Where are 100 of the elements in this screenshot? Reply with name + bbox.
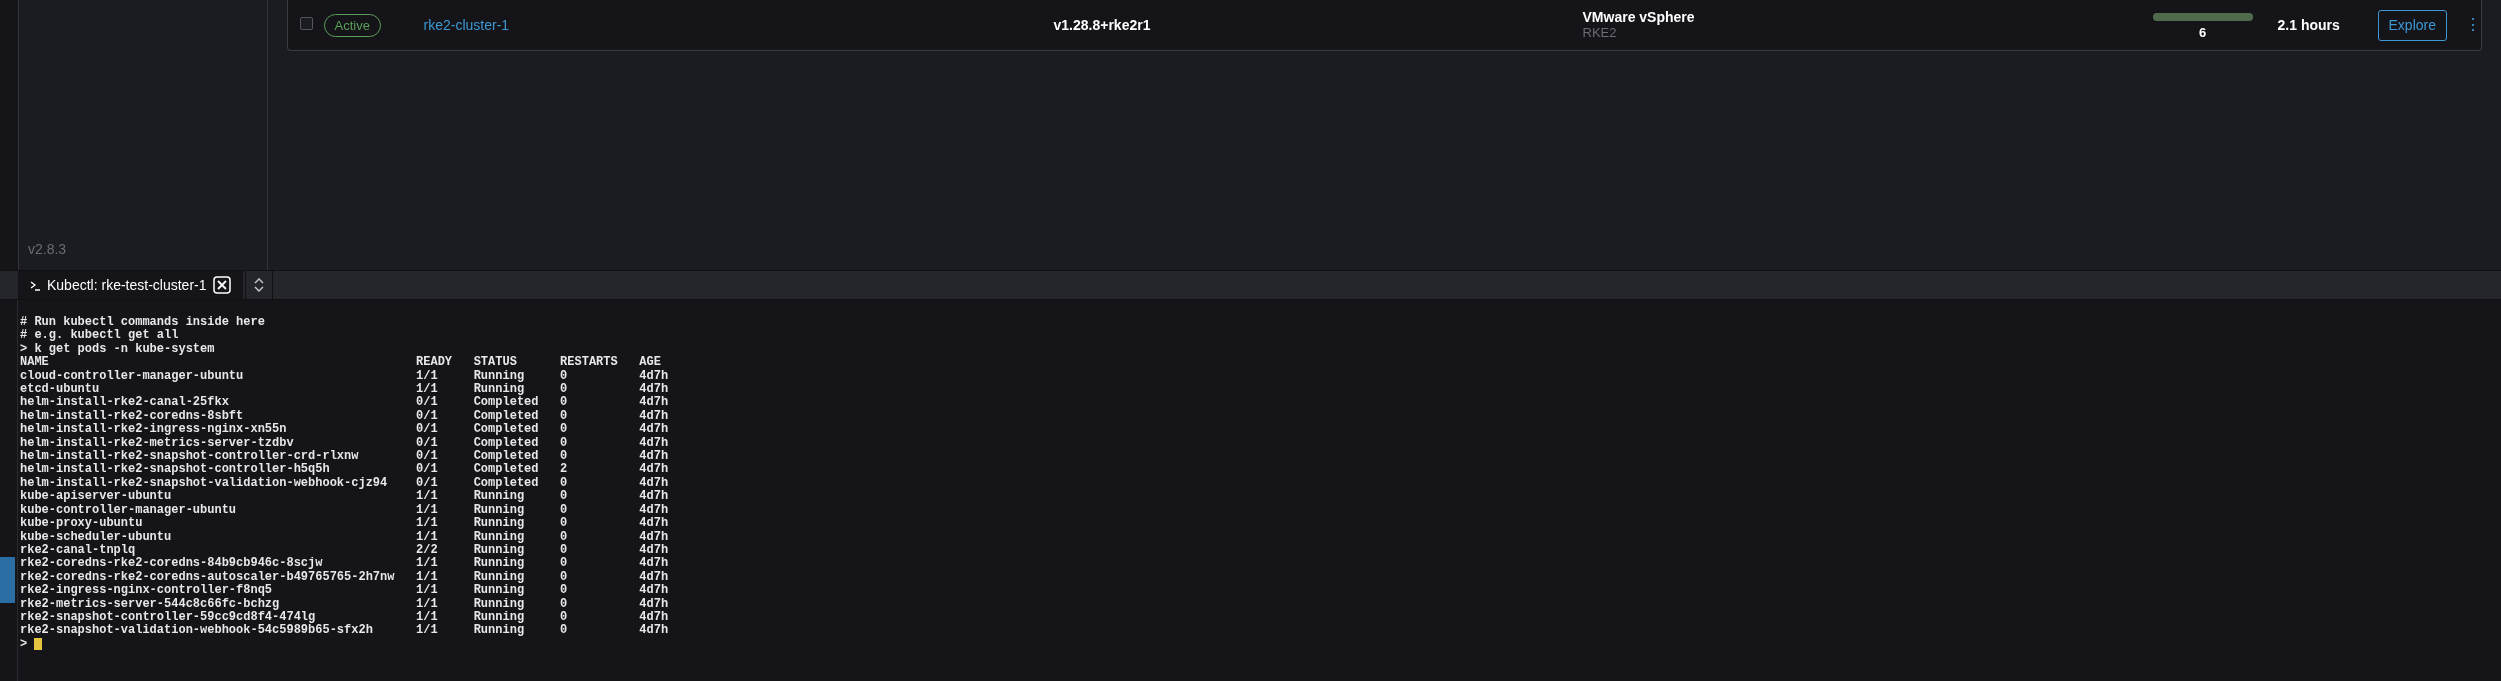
table-cell-text: 4d7h xyxy=(639,423,670,437)
table-cell-text: kube-scheduler-ubuntu xyxy=(20,530,173,544)
table-cell-text: Running xyxy=(473,503,526,517)
table-cell-text: 4d7h xyxy=(639,557,670,571)
table-cell-text: 0 xyxy=(560,624,569,638)
table-cell-text: 0/1 xyxy=(416,463,439,477)
table-cell-text: 0 xyxy=(560,503,569,517)
table-cell-text: 2/2 xyxy=(416,543,439,557)
terminal-icon xyxy=(30,279,41,291)
table-cell-text: 0 xyxy=(560,450,569,464)
table-cell-text: Running xyxy=(473,624,526,638)
terminal-line: # e.g. kubectl get all xyxy=(20,329,180,343)
table-cell-text: 0/1 xyxy=(416,450,439,464)
table-cell-text: Running xyxy=(473,383,525,397)
chevron-up-down-icon xyxy=(252,277,265,293)
table-cell-text: 1/1 xyxy=(416,570,439,584)
table-cell-text: 1/1 xyxy=(416,517,439,531)
table-cell-text: 4d7h xyxy=(639,543,670,557)
table-cell-text: 0 xyxy=(560,369,569,383)
scroll-marker xyxy=(0,557,15,603)
table-cell-text: rke2-coredns-rke2-coredns-84b9cb946c-8scjw xyxy=(20,557,324,571)
table-cell-text: Running xyxy=(473,530,526,544)
table-cell-text: rke2-coredns-rke2-coredns-autoscaler-b49765765-2h7nw xyxy=(20,570,396,584)
table-cell-text: Running xyxy=(473,490,526,504)
table-cell-text: 0 xyxy=(560,597,569,611)
table-cell-text: 1/1 xyxy=(416,557,439,571)
table-cell-text: 0 xyxy=(560,409,569,423)
table-cell-text: 4d7h xyxy=(639,503,670,517)
machines-count: 6 xyxy=(2198,24,2207,43)
table-cell-text: Running xyxy=(473,570,526,584)
table-cell-text: 0/1 xyxy=(416,476,439,490)
table-cell-text: 4d7h xyxy=(639,570,670,584)
table-cell-text: Running xyxy=(473,610,526,624)
table-cell-text: Running xyxy=(473,517,526,531)
table-cell-text: 0/1 xyxy=(416,423,439,437)
table-cell-text: 1/1 xyxy=(416,383,439,397)
table-cell-text: 4d7h xyxy=(639,584,670,598)
version-label: v2.8.3 xyxy=(27,240,68,259)
distro-cell-text: RKE2 xyxy=(1582,25,1618,41)
table-cell-text: rke2-canal-tnplq xyxy=(20,543,137,557)
table-cell-text: 4d7h xyxy=(639,490,670,504)
table-cell-text: helm-install-rke2-snapshot-controller-crd-rlxnw xyxy=(20,450,360,464)
cluster-link[interactable]: rke2-cluster-1 xyxy=(423,17,510,33)
table-cell-text: rke2-snapshot-controller-59cc9cd8f4-474lg xyxy=(20,610,317,624)
table-cell-text: 0 xyxy=(560,530,569,544)
table-cell-text: 0 xyxy=(560,570,569,584)
column-header: AGE xyxy=(639,356,662,370)
table-cell-text: 0 xyxy=(560,490,569,504)
table-cell-text: 4d7h xyxy=(639,436,670,450)
table-cell-text: helm-install-rke2-canal-25fkx xyxy=(20,396,230,410)
cursor xyxy=(34,638,43,651)
table-cell-text: 1/1 xyxy=(416,503,439,517)
table-cell-text: 4d7h xyxy=(639,369,670,383)
table-cell-text: Running xyxy=(473,584,526,598)
table-cell-text: etcd-ubuntu xyxy=(20,383,100,397)
more-menu-button[interactable]: ⋮ xyxy=(2465,13,2481,37)
table-cell-text: Running xyxy=(473,543,526,557)
column-header: READY xyxy=(416,356,454,370)
table-cell-text: 0/1 xyxy=(416,396,439,410)
table-cell-text: 4d7h xyxy=(639,624,670,638)
table-cell-text: 4d7h xyxy=(639,383,670,397)
version-cell: v1.28.8+rke2r1 xyxy=(1053,16,1151,33)
table-cell-text: Running xyxy=(473,557,526,571)
table-cell-text: 1/1 xyxy=(416,597,439,611)
table-cell-text: 0 xyxy=(560,423,569,437)
table-cell-text: 0 xyxy=(560,436,569,450)
table-cell-text: rke2-metrics-server-544c8c66fc-bchzg xyxy=(20,597,280,611)
table-cell-text: Completed xyxy=(473,423,540,437)
terminal-line: # Run kubectl commands inside here xyxy=(20,316,266,329)
column-header: STATUS xyxy=(473,356,518,370)
table-cell-text: kube-apiserver-ubuntu xyxy=(20,490,173,504)
table-cell-text: 4d7h xyxy=(639,530,670,544)
table-cell-text: 1/1 xyxy=(416,624,439,638)
table-cell-text: rke2-ingress-nginx-controller-f8nq5 xyxy=(20,584,274,598)
explore-button[interactable]: Explore xyxy=(2377,9,2447,41)
table-cell-text: 1/1 xyxy=(416,369,439,383)
table-cell-text: 4d7h xyxy=(639,463,670,477)
table-cell-text: kube-proxy-ubuntu xyxy=(20,517,144,531)
table-cell-text: cloud-controller-manager-ubuntu xyxy=(20,369,245,383)
table-cell-text: helm-install-rke2-metrics-server-tzdbv xyxy=(20,436,295,450)
table-cell-text: 0 xyxy=(560,476,569,490)
table-cell-text: 0 xyxy=(560,584,569,598)
row-checkbox[interactable] xyxy=(299,17,313,30)
close-icon[interactable] xyxy=(212,276,231,294)
table-cell-text: 4d7h xyxy=(639,409,670,423)
table-cell-text: 4d7h xyxy=(639,597,670,611)
table-cell-text: helm-install-rke2-coredns-8sbft xyxy=(20,409,245,423)
table-cell-text: Completed xyxy=(473,476,540,490)
table-cell-text: Completed xyxy=(473,396,540,410)
table-cell-text: 1/1 xyxy=(416,610,439,624)
terminal-tab[interactable]: Kubectl: rke-test-cluster-1 xyxy=(18,271,243,299)
table-cell-text: 1/1 xyxy=(416,584,439,598)
expand-toggle-button[interactable] xyxy=(244,271,273,299)
age-cell: 2.1 hours xyxy=(2277,16,2340,33)
table-cell-text: helm-install-rke2-snapshot-validation-webhook-cjz94 xyxy=(20,476,389,490)
table-cell-text: 1/1 xyxy=(416,490,439,504)
column-header: NAME xyxy=(20,356,50,370)
table-cell-text: 0 xyxy=(560,517,569,531)
table-cell-text: 0/1 xyxy=(416,436,439,450)
table-cell-text: 4d7h xyxy=(639,610,670,624)
